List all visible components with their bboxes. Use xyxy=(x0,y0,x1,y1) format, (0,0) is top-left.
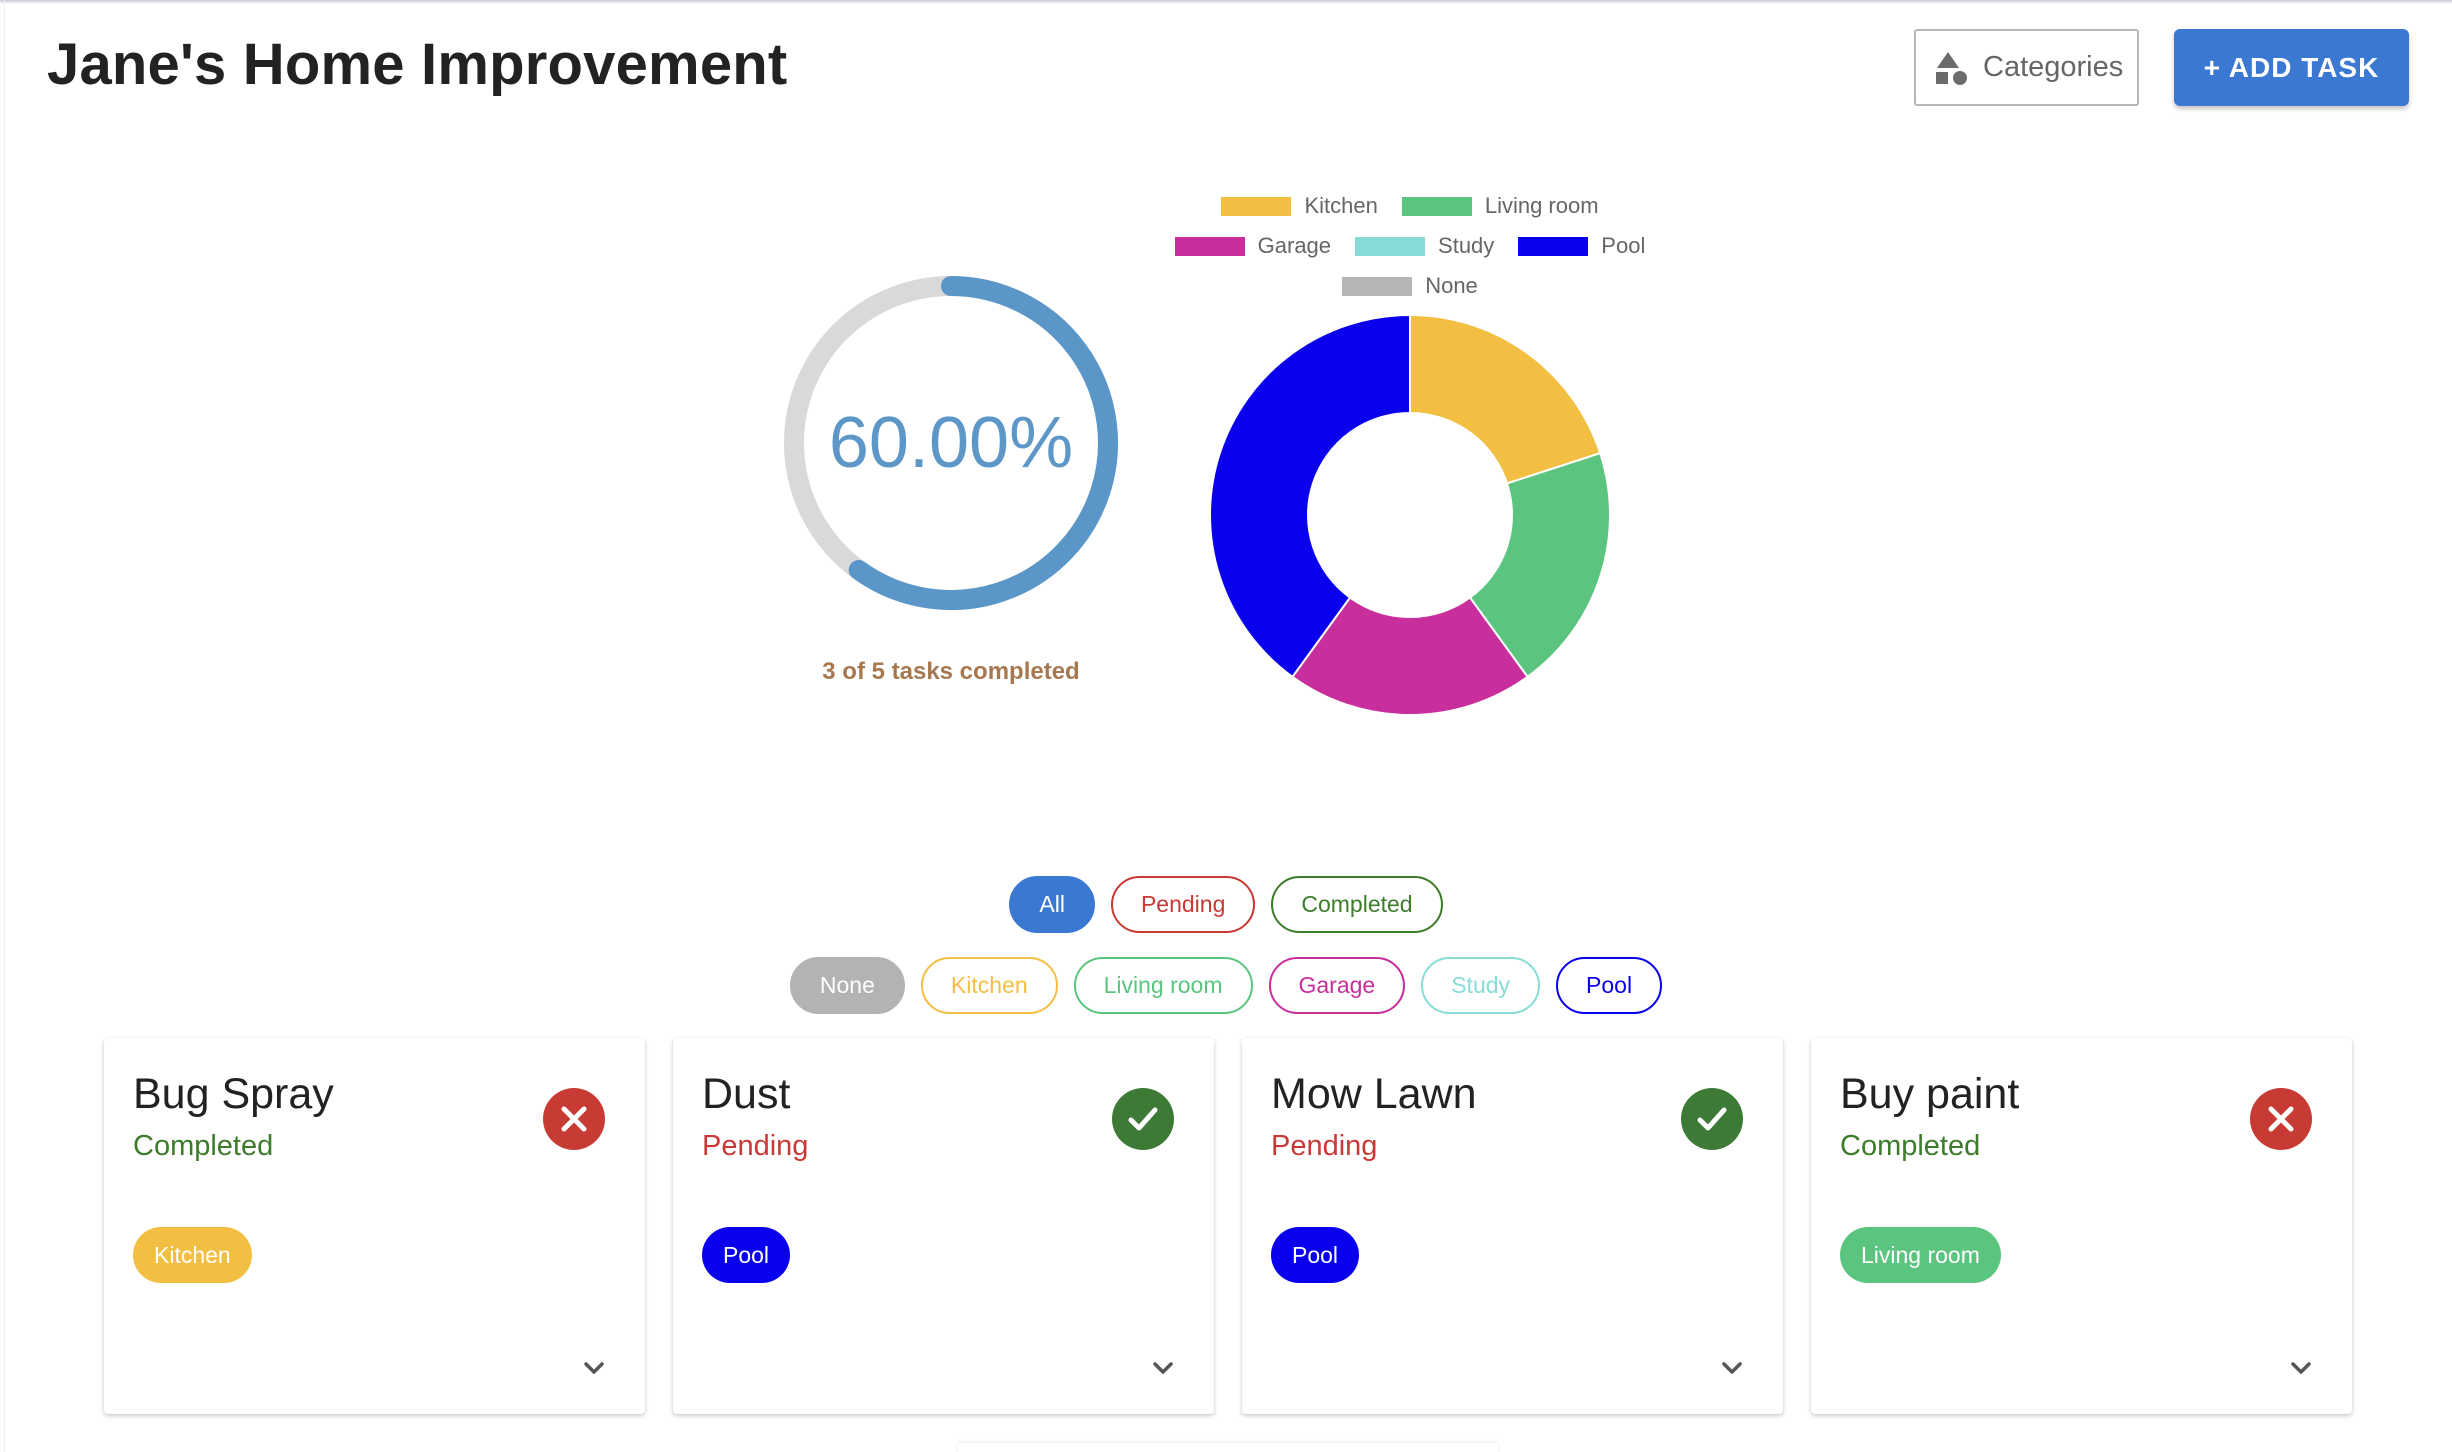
progress-ring: 60.00% xyxy=(776,268,1126,618)
top-shadow xyxy=(0,0,2452,4)
task-status: Pending xyxy=(702,1130,809,1162)
expand-button[interactable] xyxy=(2285,1352,2317,1384)
legend-swatch xyxy=(1174,236,1245,256)
chevron-down-icon xyxy=(1153,1362,1173,1374)
check-icon xyxy=(1697,1107,1727,1131)
category-filter-row: None Kitchen Living room Garage Study Pool xyxy=(0,957,2452,1014)
task-status: Completed xyxy=(1840,1130,1981,1162)
shapes-icon xyxy=(1936,51,1967,85)
expand-button[interactable] xyxy=(1716,1352,1748,1384)
categories-button[interactable]: Categories xyxy=(1914,29,2139,106)
legend-swatch xyxy=(1342,276,1413,296)
legend-label: Pool xyxy=(1601,233,1646,258)
expand-button[interactable] xyxy=(1147,1352,1179,1384)
chart-legend: Kitchen Living room Garage Study Pool None xyxy=(1100,186,1720,306)
legend-label: None xyxy=(1425,273,1478,298)
legend-item-kitchen[interactable]: Kitchen xyxy=(1221,193,1378,219)
legend-swatch xyxy=(1355,236,1426,256)
donut-slice-kitchen[interactable] xyxy=(1409,313,1602,485)
legend-item-living-room[interactable]: Living room xyxy=(1401,193,1599,219)
legend-label: Living room xyxy=(1484,193,1599,218)
task-card: Dust Pending Pool xyxy=(673,1038,1214,1414)
legend-row: Garage Study Pool xyxy=(1100,226,1720,266)
filter-chip-pending[interactable]: Pending xyxy=(1110,876,1256,933)
chevron-down-icon xyxy=(1722,1362,1742,1374)
task-status: Completed xyxy=(133,1130,274,1162)
task-category-tag: Kitchen xyxy=(133,1227,252,1283)
category-chip-kitchen[interactable]: Kitchen xyxy=(920,957,1058,1014)
legend-row: None xyxy=(1100,266,1720,306)
task-card: Buy paint Completed Living room xyxy=(1811,1038,2352,1414)
close-icon xyxy=(2268,1106,2294,1132)
legend-item-study[interactable]: Study xyxy=(1355,233,1494,259)
progress-caption: 3 of 5 tasks completed xyxy=(822,658,1080,685)
task-title: Bug Spray xyxy=(133,1070,334,1118)
category-chip-study[interactable]: Study xyxy=(1421,957,1541,1014)
task-category-tag: Living room xyxy=(1840,1227,2001,1283)
task-card: Mow Lawn Pending Pool xyxy=(1242,1038,1783,1414)
mark-completed-button[interactable] xyxy=(1112,1088,1174,1150)
task-category-tag: Pool xyxy=(702,1227,791,1283)
check-icon xyxy=(1128,1107,1158,1131)
filter-chip-completed[interactable]: Completed xyxy=(1271,876,1443,933)
category-chip-none[interactable]: None xyxy=(789,957,905,1014)
left-divider xyxy=(4,0,5,1452)
categories-button-label: Categories xyxy=(1983,51,2124,83)
legend-item-none[interactable]: None xyxy=(1342,273,1478,299)
mark-pending-button[interactable] xyxy=(543,1088,605,1150)
task-title: Mow Lawn xyxy=(1271,1070,1477,1118)
task-title: Buy paint xyxy=(1840,1070,2020,1118)
filter-chip-all[interactable]: All xyxy=(1009,876,1095,933)
legend-swatch xyxy=(1221,196,1292,216)
legend-row: Kitchen Living room xyxy=(1100,186,1720,226)
category-chip-pool[interactable]: Pool xyxy=(1556,957,1663,1014)
add-task-button[interactable]: + ADD TASK xyxy=(2174,29,2409,106)
chevron-down-icon xyxy=(2291,1362,2311,1374)
legend-swatch xyxy=(1518,236,1589,256)
legend-item-pool[interactable]: Pool xyxy=(1518,233,1645,259)
page-title: Jane's Home Improvement xyxy=(47,32,788,97)
legend-label: Study xyxy=(1438,233,1495,258)
legend-swatch xyxy=(1401,196,1472,216)
progress-percent: 60.00% xyxy=(828,403,1074,483)
task-card: Bug Spray Completed Kitchen xyxy=(104,1038,645,1414)
category-donut-chart xyxy=(1209,313,1611,716)
legend-label: Garage xyxy=(1257,233,1332,258)
category-chip-living-room[interactable]: Living room xyxy=(1073,957,1253,1014)
mark-completed-button[interactable] xyxy=(1681,1088,1743,1150)
task-title: Dust xyxy=(702,1070,791,1118)
mark-pending-button[interactable] xyxy=(2250,1088,2312,1150)
task-status: Pending xyxy=(1271,1130,1378,1162)
expand-button[interactable] xyxy=(578,1352,610,1384)
status-filter-row: All Pending Completed xyxy=(0,876,2452,933)
category-chip-garage[interactable]: Garage xyxy=(1268,957,1406,1014)
chevron-down-icon xyxy=(584,1362,604,1374)
next-card-edge xyxy=(958,1443,1498,1452)
legend-label: Kitchen xyxy=(1304,193,1378,218)
task-category-tag: Pool xyxy=(1271,1227,1360,1283)
close-icon xyxy=(561,1106,587,1132)
legend-item-garage[interactable]: Garage xyxy=(1174,233,1332,259)
